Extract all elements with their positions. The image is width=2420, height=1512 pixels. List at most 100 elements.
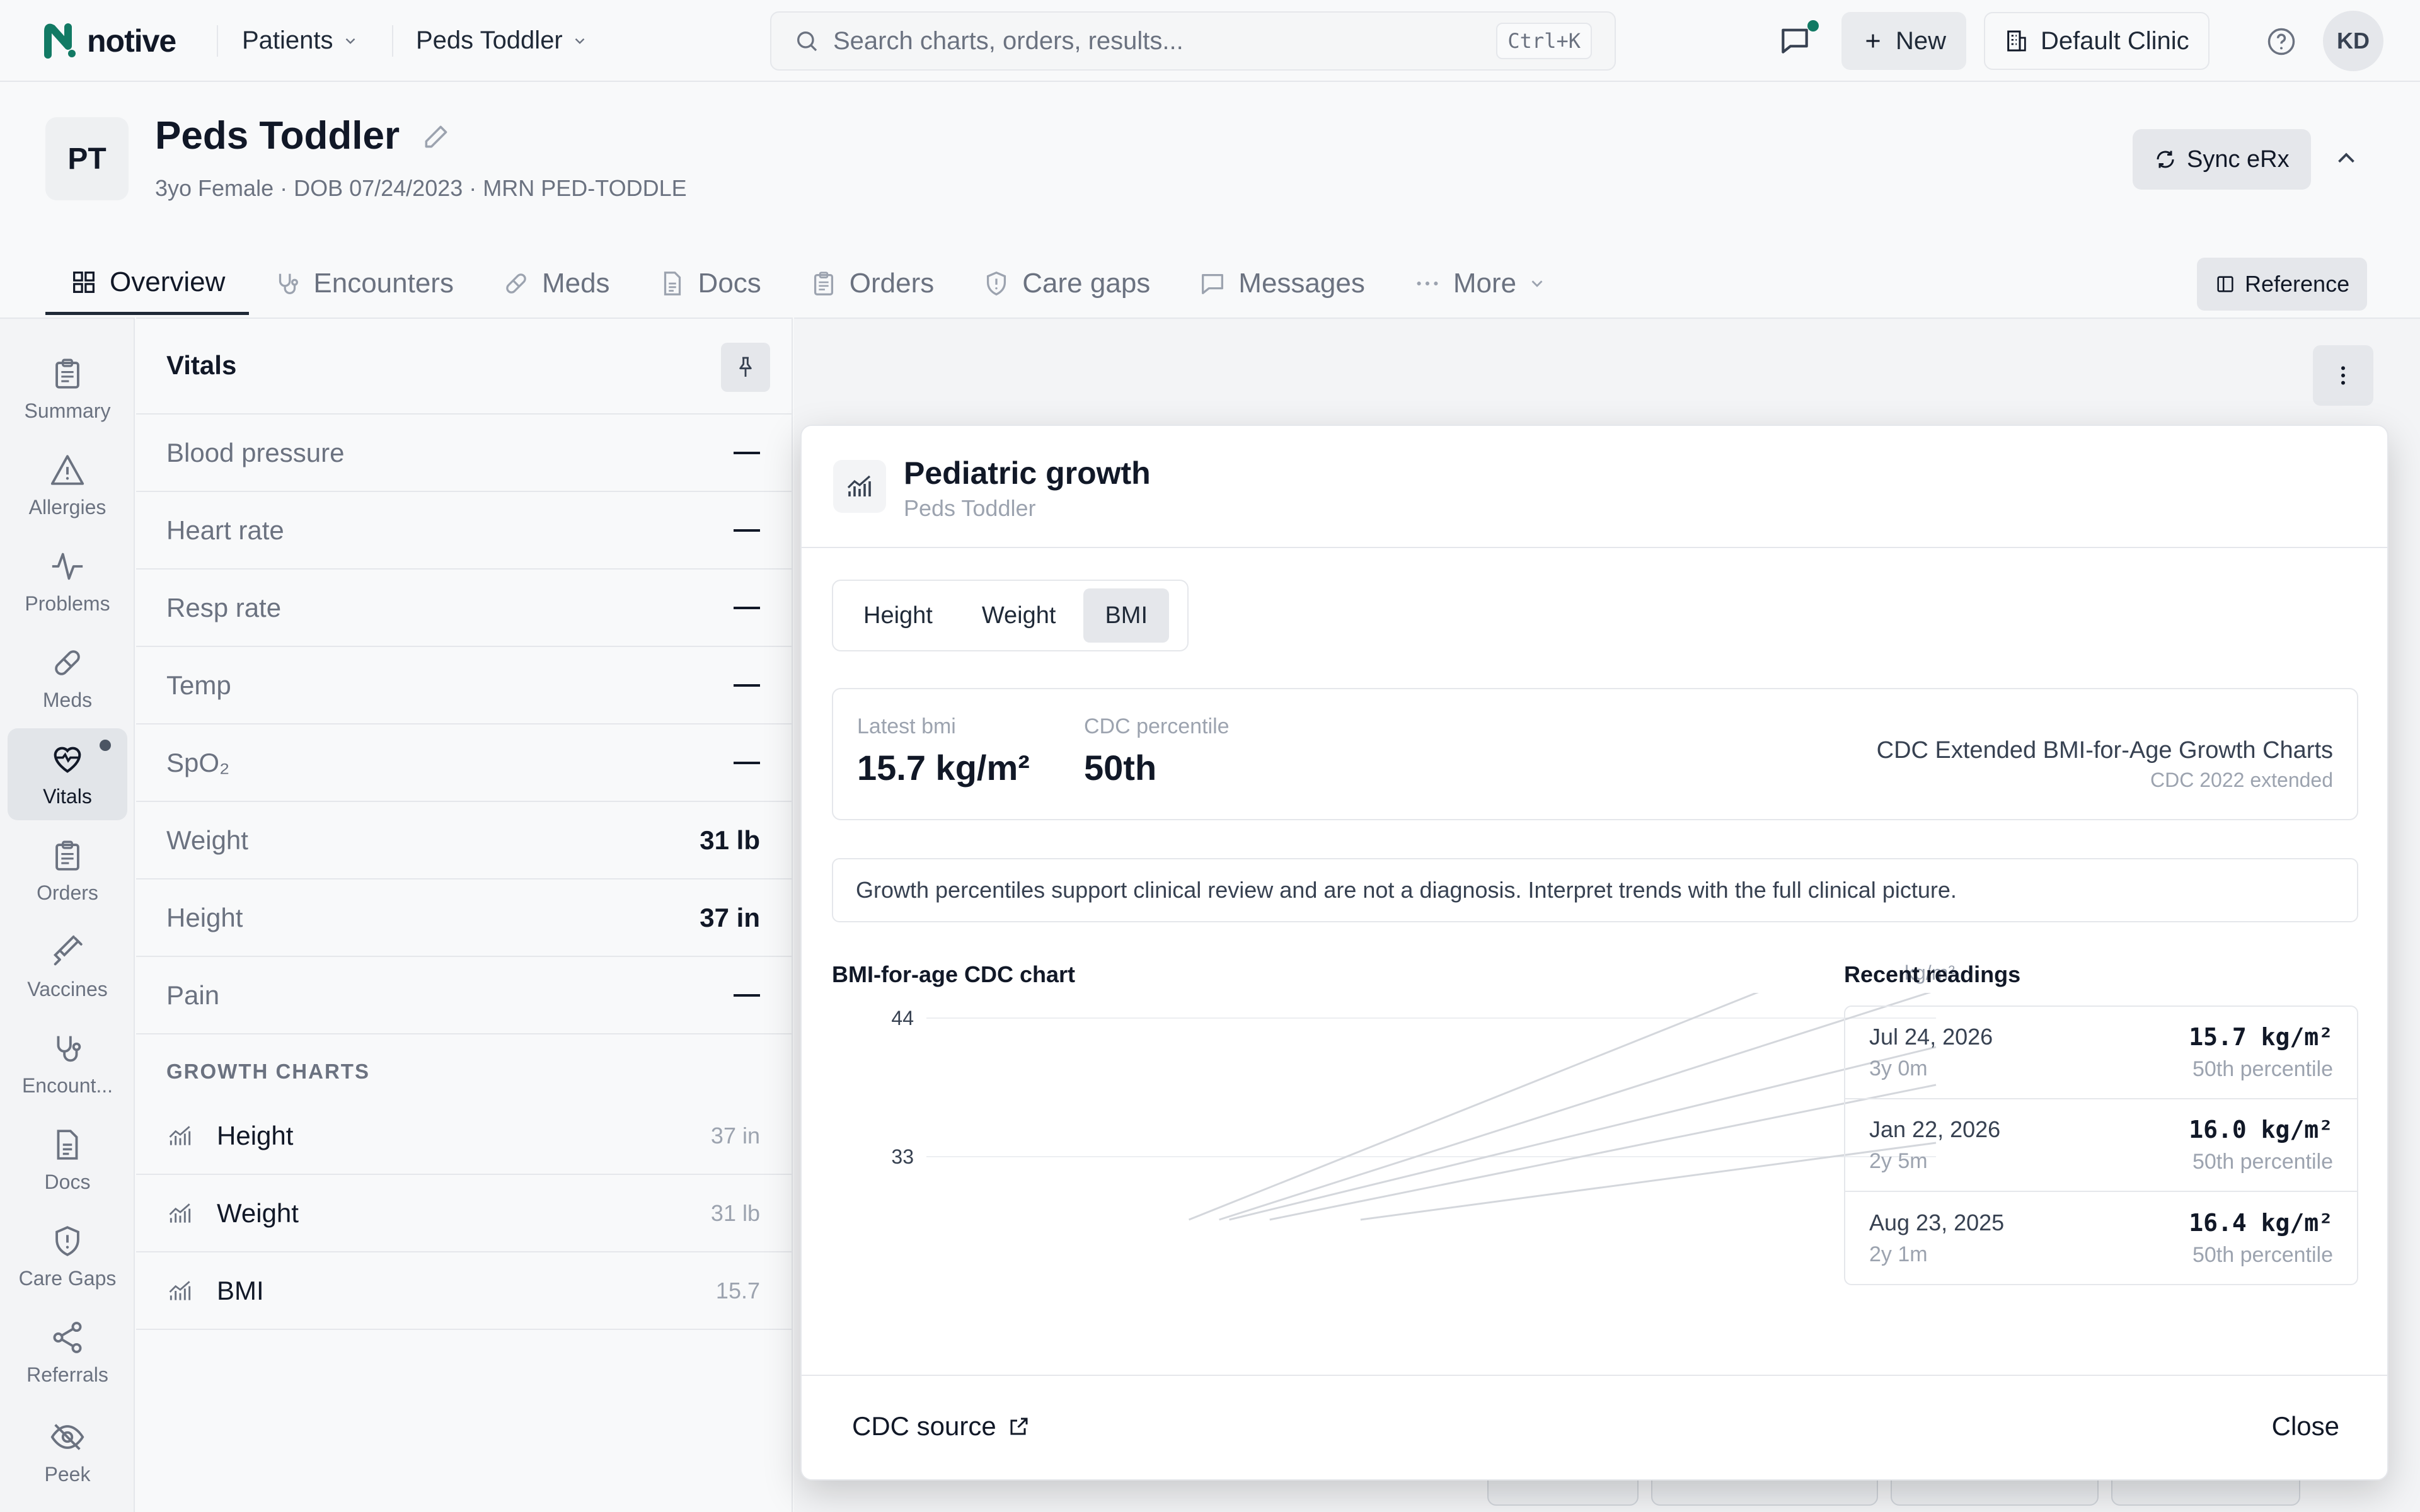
rail-vitals[interactable]: Vitals [8, 728, 127, 820]
rail-peek[interactable]: Peek [8, 1406, 127, 1498]
growth-chart-row[interactable]: Weight 31 lb [136, 1175, 792, 1252]
external-link-icon [1010, 1418, 1028, 1435]
reading-value: 16.4 kg/m² [2189, 1209, 2333, 1237]
global-search[interactable]: Search charts, orders, results... Ctrl+K [770, 11, 1616, 71]
rail-label: Orders [37, 881, 98, 904]
disclaimer-note: Growth percentiles support clinical revi… [832, 858, 2358, 922]
vital-row[interactable]: Heart rate [136, 491, 792, 568]
clipboard-icon [55, 840, 79, 871]
divider [802, 547, 2387, 548]
panel-icon [2217, 276, 2233, 292]
tab-care-gaps[interactable]: Care gaps [958, 252, 1174, 315]
rail-label: Referrals [26, 1363, 108, 1386]
tab-meds[interactable]: Meds [478, 252, 634, 315]
rail-allergies[interactable]: Allergies [8, 439, 127, 531]
rail-problems[interactable]: Problems [8, 536, 127, 627]
vital-row[interactable]: Blood pressure [136, 413, 792, 491]
reading-row: Aug 23, 2025 2y 1m 16.4 kg/m² 50th percent… [1845, 1192, 2357, 1284]
rail-encounters[interactable]: Encount... [8, 1017, 127, 1109]
pin-button[interactable] [721, 343, 770, 392]
user-avatar[interactable]: KD [2323, 11, 2383, 71]
close-button[interactable]: Close [2272, 1411, 2339, 1441]
tab-messages[interactable]: Messages [1174, 252, 1389, 315]
brand-logo[interactable]: notive [43, 23, 176, 59]
heart-pulse-icon [54, 747, 81, 773]
rail-referrals[interactable]: Referrals [8, 1307, 127, 1399]
reading-age: 2y 1m [1869, 1242, 1928, 1266]
panel-menu-button[interactable] [2313, 345, 2373, 406]
vital-row[interactable]: Weight 31 lb [136, 801, 792, 878]
clipboard-icon [814, 272, 833, 295]
bmi-for-age-chart: 554433 [891, 993, 1937, 1221]
growth-chart-name: Height [217, 1120, 294, 1150]
latest-stat-card: Latest bmi 15.7 kg/m² CDC percentile 50t… [832, 688, 2358, 820]
refresh-icon [2157, 151, 2174, 168]
growth-chart-icon [169, 1125, 191, 1145]
search-input[interactable]: Search charts, orders, results... [833, 27, 1482, 55]
cdc-source-link[interactable]: CDC source [852, 1411, 1030, 1441]
top-bar: notive Patients Peds Toddler Search char… [0, 0, 2420, 82]
rail-docs[interactable]: Docs [8, 1114, 127, 1206]
growth-chart-row[interactable]: BMI 15.7 [136, 1252, 792, 1330]
message-icon [1202, 273, 1224, 294]
tab-label: More [1453, 268, 1517, 299]
segment-height[interactable]: Height [842, 588, 954, 643]
reading-value: 16.0 kg/m² [2189, 1116, 2333, 1143]
edit-pencil-icon[interactable] [421, 120, 452, 152]
vital-row[interactable]: Pain [136, 956, 792, 1033]
empty-value-dash [734, 684, 760, 687]
segment-weight[interactable]: Weight [960, 588, 1078, 643]
rail-label: Docs [44, 1170, 91, 1193]
new-button[interactable]: New [1841, 12, 1967, 70]
reading-date: Aug 23, 2025 [1869, 1210, 2005, 1235]
tab-more[interactable]: More [1389, 252, 1570, 315]
reference-label: Reference [2245, 271, 2350, 297]
current-patient-label: Peds Toddler [416, 26, 563, 54]
kebab-menu-icon [2341, 366, 2345, 385]
y-tick-label: 44 [891, 1007, 914, 1029]
tab-overview[interactable]: Overview [45, 252, 250, 315]
tab-label: Encounters [313, 268, 454, 299]
collapse-header-button[interactable] [2332, 144, 2361, 173]
vital-row[interactable]: Resp rate [136, 568, 792, 646]
rail-label: Problems [25, 592, 110, 615]
vital-label: Weight [166, 825, 248, 855]
rail-label: Care Gaps [18, 1266, 117, 1290]
tab-label: Care gaps [1022, 268, 1151, 299]
recent-readings-title: Recent readings [1844, 961, 2021, 987]
reading-date: Jan 22, 2026 [1869, 1116, 2001, 1142]
vital-label: SpO₂ [166, 747, 230, 777]
rail-summary[interactable]: Summary [8, 343, 127, 435]
growth-chart-row[interactable]: Height 37 in [136, 1097, 792, 1175]
syringe-icon [53, 935, 83, 965]
dialog-subtitle: Peds Toddler [904, 495, 1036, 521]
sync-erx-label: Sync eRx [2187, 146, 2290, 173]
reading-percentile: 50th percentile [2192, 1150, 2333, 1174]
chevron-up-icon [2338, 152, 2354, 163]
ellipsis-icon [1417, 281, 1438, 286]
rail-care-gaps[interactable]: Care Gaps [8, 1210, 127, 1302]
vital-row[interactable]: SpO₂ [136, 723, 792, 801]
reference-button[interactable]: Reference [2197, 258, 2368, 311]
search-icon [797, 32, 817, 52]
tab-label: Orders [849, 268, 935, 299]
shield-icon [55, 1225, 79, 1256]
tab-orders[interactable]: Orders [785, 252, 958, 315]
vital-row[interactable]: Height 37 in [136, 878, 792, 956]
vital-label: Heart rate [166, 515, 284, 545]
patients-dropdown[interactable]: Patients [242, 26, 359, 55]
help-button[interactable] [2265, 25, 2298, 58]
vital-row[interactable]: Temp [136, 646, 792, 723]
tab-docs[interactable]: Docs [634, 252, 785, 315]
percentile-label: CDC percentile [1084, 714, 1230, 738]
current-patient-dropdown[interactable]: Peds Toddler [416, 26, 588, 55]
clinic-selector[interactable]: Default Clinic [1984, 12, 2210, 70]
rail-vaccines[interactable]: Vaccines [8, 921, 127, 1013]
empty-value-dash [734, 606, 760, 609]
segment-bmi[interactable]: BMI [1083, 588, 1169, 643]
rail-meds[interactable]: Meds [8, 632, 127, 724]
messages-button[interactable] [1777, 20, 1819, 60]
sync-erx-button[interactable]: Sync eRx [2133, 129, 2311, 190]
tab-encounters[interactable]: Encounters [249, 252, 478, 315]
rail-orders[interactable]: Orders [8, 825, 127, 917]
